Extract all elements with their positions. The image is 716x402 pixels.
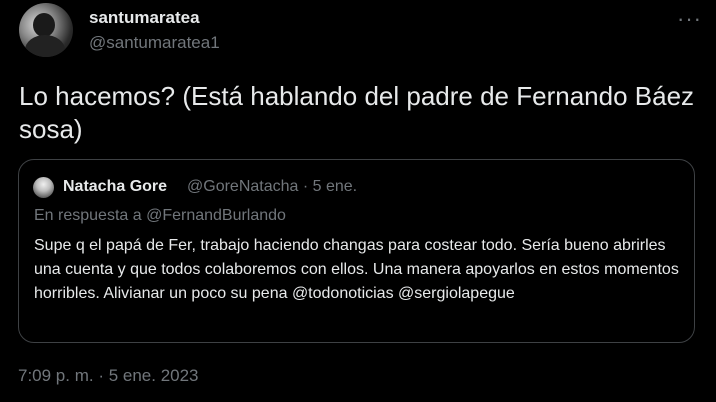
- avatar-head-shape: [33, 13, 55, 37]
- author-avatar[interactable]: [19, 3, 73, 57]
- quoted-reply-context: En respuesta a @FernandBurlando: [34, 207, 286, 224]
- more-horizontal-icon[interactable]: ···: [677, 6, 702, 32]
- avatar-body-shape: [25, 35, 65, 57]
- quoted-author-avatar: [33, 177, 54, 198]
- quoted-author-meta: @GoreNatacha · 5 ene.: [187, 178, 358, 195]
- tweet-text: Lo hacemos? (Está hablando del padre de …: [19, 81, 695, 144]
- quoted-tweet-card[interactable]: Natacha Gore @GoreNatacha · 5 ene. En re…: [18, 159, 695, 343]
- tweet-timestamp[interactable]: 7:09 p. m. · 5 ene. 2023: [18, 366, 199, 386]
- quoted-tweet-text: Supe q el papá de Fer, trabajo haciendo …: [34, 237, 679, 302]
- quoted-author-name: Natacha Gore: [63, 178, 168, 195]
- author-display-name[interactable]: santumaratea: [89, 8, 200, 28]
- author-handle[interactable]: @santumaratea1: [89, 33, 220, 53]
